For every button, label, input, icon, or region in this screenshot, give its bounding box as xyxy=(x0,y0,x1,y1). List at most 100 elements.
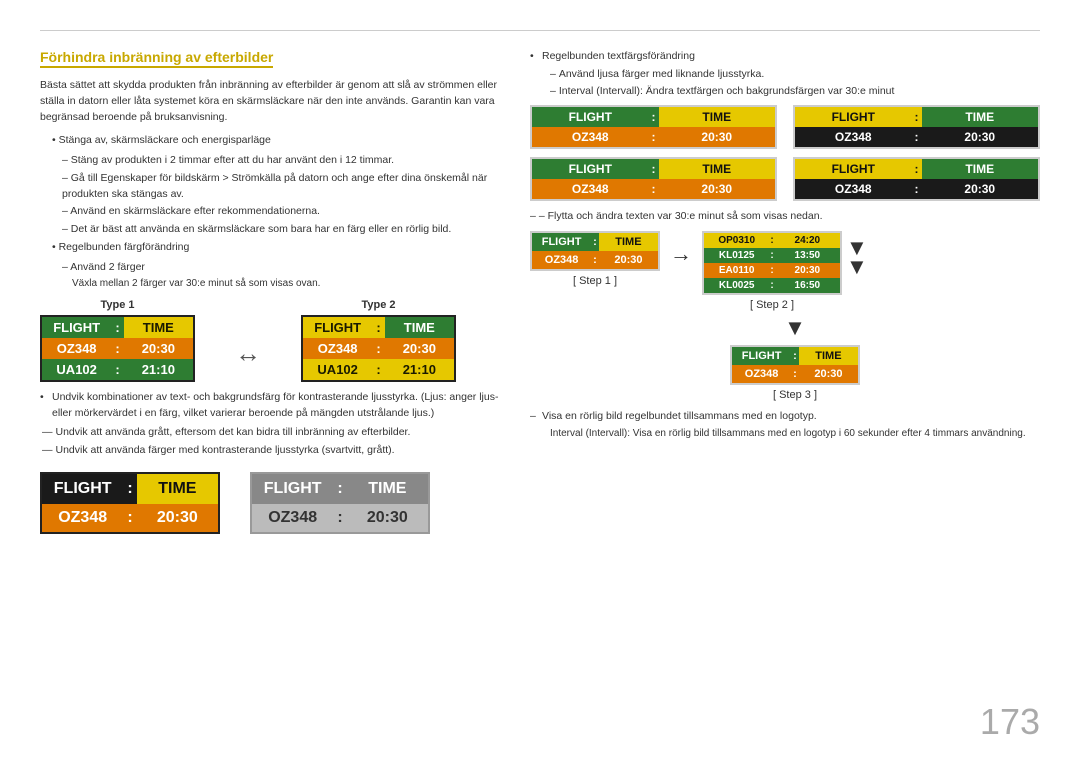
move-note: –– Flytta och ändra texten var 30:e minu… xyxy=(530,209,1040,225)
s2-row2: KL0125 : 13:50 xyxy=(704,248,840,263)
step2-area: OP0310 : 24:20 KL0125 : 13:50 xyxy=(702,231,868,311)
type1-header-row: FLIGHT : TIME xyxy=(42,317,193,338)
rb4-h2: TIME xyxy=(922,159,1039,179)
bb2-h-flight: FLIGHT xyxy=(252,474,333,504)
bb2-row1: OZ348 : 20:30 xyxy=(252,504,428,532)
type2-r2-colon: : xyxy=(372,359,384,380)
s2r2c1: KL0125 xyxy=(704,248,769,263)
rb3-row1: OZ348 : 20:30 xyxy=(532,179,775,199)
type2-label: Type 2 xyxy=(301,299,456,311)
rb2-h2: TIME xyxy=(922,107,1039,127)
type2-r2-c1: UA102 xyxy=(303,359,372,380)
final-note-2: Interval (Intervall): Visa en rörlig bil… xyxy=(550,427,1040,441)
rb4-row1: OZ348 : 20:30 xyxy=(795,179,1038,199)
rb3-h2: TIME xyxy=(659,159,776,179)
rb1-r2: 20:30 xyxy=(659,127,776,147)
step2-block: OP0310 : 24:20 KL0125 : 13:50 xyxy=(702,231,842,311)
type1-r2-c1: UA102 xyxy=(42,359,111,380)
s1-rc: : xyxy=(591,251,599,269)
step1-label: [ Step 1 ] xyxy=(530,275,660,287)
type1-row2: UA102 : 21:10 xyxy=(42,359,193,380)
s2r1c1: OP0310 xyxy=(704,233,769,248)
bb1-header: FLIGHT : TIME xyxy=(42,474,218,504)
right-dash-2: –Interval (Intervall): Ändra textfärgen … xyxy=(550,84,1040,100)
sub-note: Växla mellan 2 färger var 30:e minut så … xyxy=(72,277,500,291)
rb2-rc: : xyxy=(912,127,922,147)
intro-text: Bästa sättet att skydda produkten från i… xyxy=(40,78,500,125)
bb1-r1-c1: OZ348 xyxy=(42,504,123,532)
s1-hc: : xyxy=(591,233,599,251)
step3-row1: OZ348 : 20:30 xyxy=(732,365,858,383)
avoid-3: —Undvik att använda färger med kontraste… xyxy=(40,443,500,459)
step3-board: FLIGHT : TIME OZ348 : 20:30 xyxy=(730,345,860,385)
type2-board: FLIGHT : TIME OZ348 : 20:30 UA102 : xyxy=(301,315,456,382)
bb1-h-flight: FLIGHT xyxy=(42,474,123,504)
rb2-hc: : xyxy=(912,107,922,127)
type2-row1: OZ348 : 20:30 xyxy=(303,338,454,359)
type1-block: Type 1 FLIGHT : TIME OZ348 : 20:30 xyxy=(40,299,195,382)
bb1-h-colon: : xyxy=(123,474,136,504)
type2-r2-c2: 21:10 xyxy=(385,359,454,380)
step1-row1: OZ348 : 20:30 xyxy=(532,251,658,269)
bb2-r1-c1: OZ348 xyxy=(252,504,333,532)
rb3-rc: : xyxy=(649,179,659,199)
type2-header-row: FLIGHT : TIME xyxy=(303,317,454,338)
right-dash-1: –Använd ljusa färger med liknande ljusst… xyxy=(550,67,1040,83)
bottom-boards: FLIGHT : TIME OZ348 : 20:30 xyxy=(40,472,500,534)
s1-r2: 20:30 xyxy=(599,251,658,269)
s2r3c1: EA0110 xyxy=(704,263,769,278)
right-board-4: FLIGHT : TIME OZ348 : 20:30 xyxy=(793,157,1040,201)
s2r4c1: KL0025 xyxy=(704,278,769,293)
type-boards-row: Type 1 FLIGHT : TIME OZ348 : 20:30 xyxy=(40,299,500,382)
step1-header: FLIGHT : TIME xyxy=(532,233,658,251)
rb2-h1: FLIGHT xyxy=(795,107,912,127)
right-board-3: FLIGHT : TIME OZ348 : 20:30 xyxy=(530,157,777,201)
bottom-board-1-inner: FLIGHT : TIME OZ348 : 20:30 xyxy=(40,472,220,534)
bottom-board-1: FLIGHT : TIME OZ348 : 20:30 xyxy=(40,472,220,534)
dash-1-2: Gå till Egenskaper för bildskärm > Ström… xyxy=(62,171,500,203)
section-title: Förhindra inbränning av efterbilder xyxy=(40,49,273,68)
step1-block: FLIGHT : TIME OZ348 : 20:30 [ Step 1 ] xyxy=(530,231,660,287)
s2r4c2: 16:50 xyxy=(775,278,840,293)
s2r2c2: 13:50 xyxy=(775,248,840,263)
type1-board: FLIGHT : TIME OZ348 : 20:30 UA102 : xyxy=(40,315,195,382)
right-boards-grid: FLIGHT : TIME OZ348 : 20:30 FLIGHT : xyxy=(530,105,1040,201)
bb1-r1-c2: 20:30 xyxy=(137,504,218,532)
step-arrow-right: → xyxy=(670,241,692,267)
rb1-r1: OZ348 xyxy=(532,127,649,147)
s2-row4: KL0025 : 16:50 xyxy=(704,278,840,293)
s3-r1: OZ348 xyxy=(732,365,791,383)
step2-label: [ Step 2 ] xyxy=(702,299,842,311)
double-arrows: ▼ ▼ xyxy=(846,239,868,276)
bb2-r1-c2: 20:30 xyxy=(347,504,428,532)
bullet-1: Stänga av, skärmsläckare och energisparl… xyxy=(52,133,500,149)
final-notes: – Visa en rörlig bild regelbundet tillsa… xyxy=(530,409,1040,441)
rb1-row1: OZ348 : 20:30 xyxy=(532,127,775,147)
s3-h2: TIME xyxy=(799,347,858,365)
top-divider xyxy=(40,30,1040,31)
bb2-h-time: TIME xyxy=(347,474,428,504)
type2-h-colon: : xyxy=(372,317,384,338)
type1-r2-colon: : xyxy=(111,359,123,380)
bb1-r1-colon: : xyxy=(123,504,136,532)
s3-h1: FLIGHT xyxy=(732,347,791,365)
type2-r1-colon: : xyxy=(372,338,384,359)
step2-board: OP0310 : 24:20 KL0125 : 13:50 xyxy=(702,231,842,295)
type1-r2-c2: 21:10 xyxy=(124,359,193,380)
avoid-1: • Undvik kombinationer av text- och bakg… xyxy=(40,390,500,422)
steps-row: FLIGHT : TIME OZ348 : 20:30 [ Step 1 ] → xyxy=(530,231,1040,311)
rb2-r1: OZ348 xyxy=(795,127,912,147)
type1-r1-colon: : xyxy=(111,338,123,359)
type-arrow: ↔ xyxy=(235,338,261,369)
bb2-h-colon: : xyxy=(333,474,346,504)
rb4-r2: 20:30 xyxy=(922,179,1039,199)
rb1-hc: : xyxy=(649,107,659,127)
rb4-h1: FLIGHT xyxy=(795,159,912,179)
type1-h-flight: FLIGHT xyxy=(42,317,111,338)
bb1-row1: OZ348 : 20:30 xyxy=(42,504,218,532)
rb3-hc: : xyxy=(649,159,659,179)
bb2-r1-colon: : xyxy=(333,504,346,532)
type2-h-flight: FLIGHT xyxy=(303,317,372,338)
rb2-r2: 20:30 xyxy=(922,127,1039,147)
s2-row1: OP0310 : 24:20 xyxy=(704,233,840,248)
